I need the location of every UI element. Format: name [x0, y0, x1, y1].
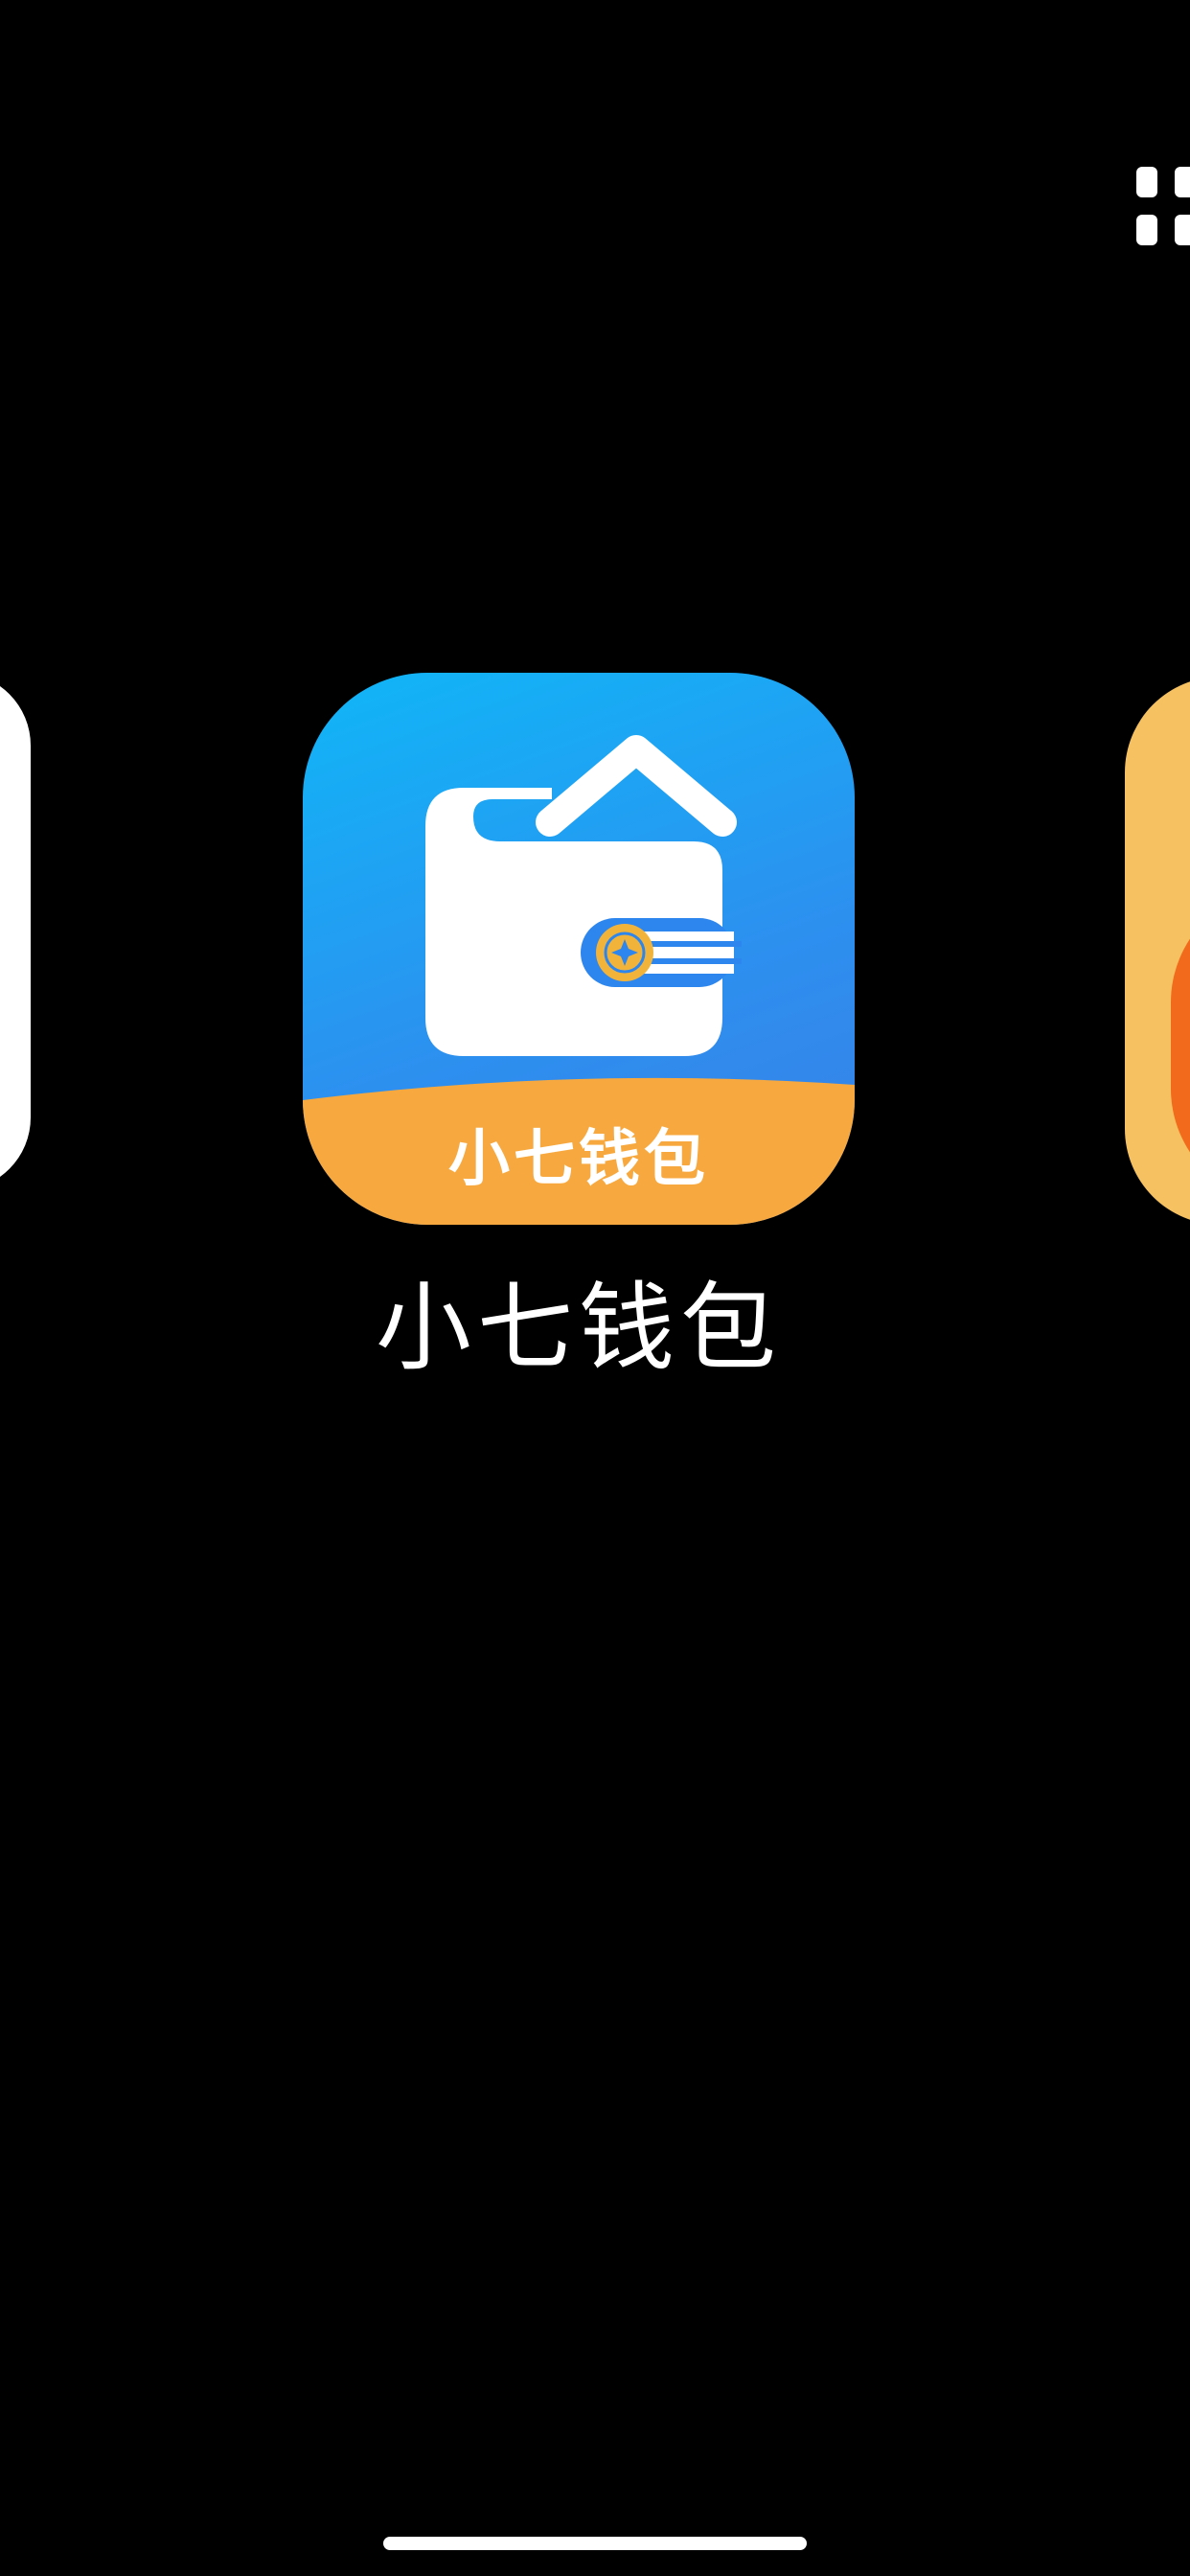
home-screen: 小七钱包 小七钱包: [0, 0, 1190, 2576]
app-label[interactable]: 小七钱包: [303, 1271, 855, 1386]
grid-dot: [1175, 167, 1190, 197]
grid-dot: [1136, 167, 1157, 197]
wallet-app-icon[interactable]: 小七钱包: [303, 673, 855, 1225]
grid-icon[interactable]: [1136, 167, 1190, 249]
grid-dot: [1175, 215, 1190, 245]
app-icon-right[interactable]: [1125, 677, 1190, 1225]
app-icon-right-accent: [1171, 887, 1190, 1204]
home-indicator[interactable]: [383, 2537, 807, 2550]
icon-band-text: 小七钱包: [448, 1124, 709, 1195]
grid-dot: [1136, 215, 1157, 245]
app-icon-left[interactable]: [0, 673, 31, 1190]
